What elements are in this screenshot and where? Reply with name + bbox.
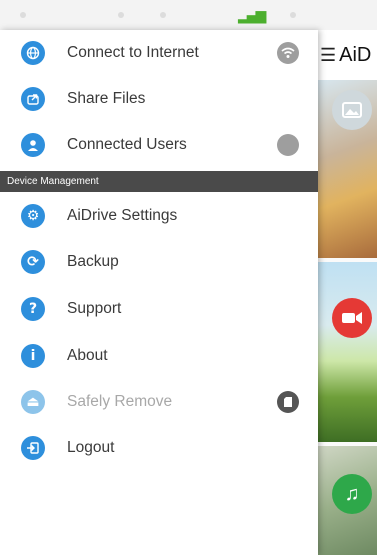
menu-item-support[interactable]: ? Support xyxy=(0,286,318,332)
section-header-device-management: Device Management xyxy=(0,171,318,192)
menu-item-about[interactable]: i About xyxy=(0,333,318,379)
share-icon xyxy=(21,87,45,111)
logout-icon xyxy=(21,436,45,460)
info-icon: i xyxy=(21,344,45,368)
menu-item-label: Safely Remove xyxy=(67,393,173,410)
status-bar: ▂▄▆ xyxy=(0,0,377,30)
music-tile[interactable]: ♫ xyxy=(318,446,377,555)
menu-item-safely-remove[interactable]: ⏏ Safely Remove xyxy=(0,379,318,425)
menu-item-label: Connect to Internet xyxy=(67,44,199,61)
menu-item-connected-users[interactable]: Connected Users xyxy=(0,122,318,168)
sd-card-icon xyxy=(277,391,299,413)
menu-item-label: Share Files xyxy=(67,90,146,107)
user-icon xyxy=(21,133,45,157)
status-icon xyxy=(160,12,166,18)
videos-tile[interactable] xyxy=(318,262,377,442)
menu-item-label: Connected Users xyxy=(67,136,187,153)
wifi-icon xyxy=(277,42,299,64)
video-camera-icon xyxy=(332,298,372,338)
menu-icon[interactable]: ☰ xyxy=(320,45,336,66)
menu-item-backup[interactable]: ⟳ Backup xyxy=(0,239,318,285)
menu-item-share-files[interactable]: Share Files xyxy=(0,76,318,122)
music-note-icon: ♫ xyxy=(332,474,372,514)
status-icon xyxy=(20,12,26,18)
help-icon: ? xyxy=(21,297,45,321)
menu-item-logout[interactable]: Logout xyxy=(0,425,318,471)
app-main-content: ☰ AiD ♫ xyxy=(318,30,377,555)
photos-tile[interactable] xyxy=(318,80,377,258)
status-dot-icon xyxy=(277,134,299,156)
menu-item-label: About xyxy=(67,347,108,364)
signal-strength-icon: ▂▄▆ xyxy=(238,8,266,24)
app-title: AiD xyxy=(339,43,372,66)
status-icon xyxy=(290,12,296,18)
menu-item-connect-to-internet[interactable]: Connect to Internet xyxy=(0,30,318,76)
app-header: ☰ AiD xyxy=(318,30,377,80)
eject-icon: ⏏ xyxy=(21,390,45,414)
menu-item-label: Support xyxy=(67,300,122,317)
image-icon xyxy=(332,90,372,130)
menu-item-label: Backup xyxy=(67,253,119,270)
status-icon xyxy=(118,12,124,18)
menu-item-label: AiDrive Settings xyxy=(67,207,178,224)
sync-icon: ⟳ xyxy=(21,250,45,274)
navigation-drawer: Connect to Internet Share Files Connecte… xyxy=(0,30,318,555)
gear-icon: ⚙ xyxy=(21,204,45,228)
menu-item-aidrive-settings[interactable]: ⚙ AiDrive Settings xyxy=(0,193,318,239)
globe-icon xyxy=(21,41,45,65)
menu-item-label: Logout xyxy=(67,439,115,456)
